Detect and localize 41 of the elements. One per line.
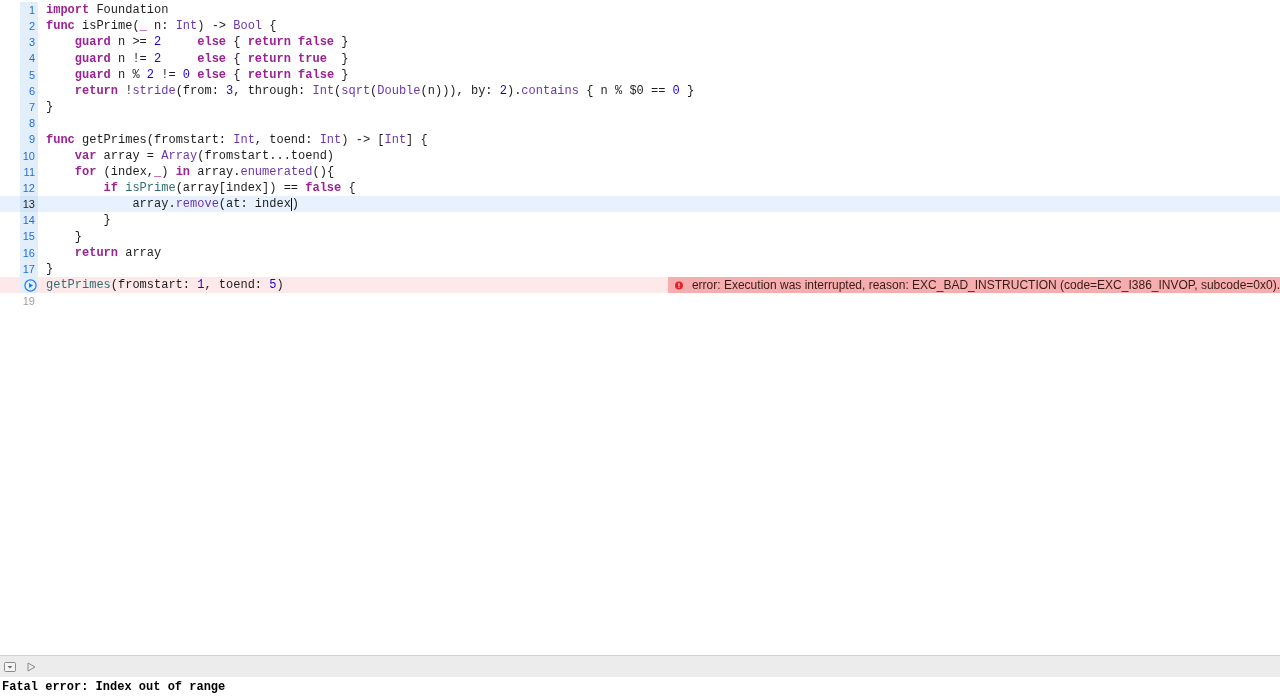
code-line: }: [46, 99, 54, 116]
line-number: 17: [22, 261, 35, 277]
line-number: 5: [28, 67, 35, 83]
code-line: for (index,_) in array.enumerated(){: [73, 163, 335, 181]
code-line: getPrimes(fromstart: 1, toend: 5): [46, 277, 284, 294]
code-line: if isPrime(array[index]) == false {: [102, 180, 356, 197]
error-icon: [675, 279, 683, 291]
code-line: guard n % 2 != 0 else { return false }: [73, 66, 349, 83]
hide-console-icon[interactable]: [4, 661, 16, 672]
line-number: 11: [23, 164, 35, 180]
code-line: guard n != 2 else { return true }: [73, 50, 349, 67]
code-line: import Foundation: [46, 2, 169, 19]
line-number: 10: [22, 148, 35, 164]
line-number: 2: [28, 19, 35, 35]
play-icon[interactable]: [27, 661, 36, 672]
line-number: 8: [28, 116, 35, 132]
line-number: 9: [28, 132, 35, 148]
code-line: func isPrime(_ n: Int) -> Bool {: [46, 18, 277, 35]
line-number: 16: [22, 245, 35, 261]
line-number: 12: [22, 180, 35, 196]
line-number: 3: [28, 35, 35, 51]
line-number: 6: [28, 83, 35, 99]
line-number: 4: [28, 51, 35, 67]
code-line: func getPrimes(fromstart: Int, toend: Int) -> [Int] {: [46, 131, 428, 148]
code-line: array.remove(at: index): [131, 196, 300, 213]
line-number: 13: [22, 197, 35, 213]
code-line: }: [102, 212, 111, 229]
code-line: guard n >= 2 else { return false }: [73, 34, 349, 51]
code-line: }: [46, 261, 54, 278]
line-number: 7: [28, 99, 35, 115]
run-button[interactable]: [24, 278, 37, 292]
code-line: }: [73, 228, 82, 245]
console-output: Fatal error: Index out of range: [2, 679, 226, 696]
line-number: 19: [22, 294, 35, 310]
code-line: return !stride(from: 3, through: Int(sqrt(Double(n))), by: 2).contains { n % $0 == 0 }: [73, 82, 695, 100]
line-number: 15: [22, 229, 35, 245]
code-line: return array: [73, 244, 162, 261]
code-line: var array = Array(fromstart...toend): [73, 147, 335, 164]
line-number: 14: [22, 213, 35, 229]
line-number: 1: [28, 2, 35, 18]
error-message: error: Execution was interrupted, reason: EXC_BAD_INSTRUCTION (code=EXC_I386_INVOP, subcode=0x0).: [691, 277, 1280, 295]
